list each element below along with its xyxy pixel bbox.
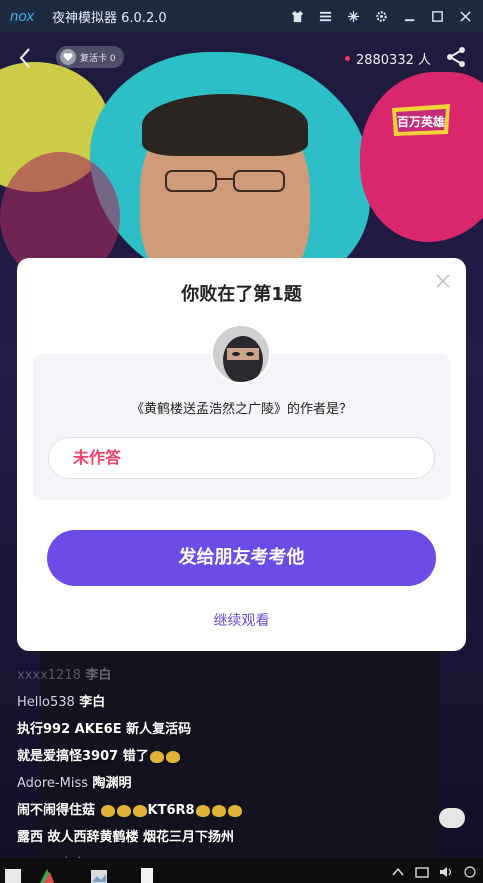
chat-text: 闹不闹得住菇 (17, 803, 96, 818)
chat-text: 陶渊明 (92, 776, 132, 791)
chat-message: 闹不闹得住菇 KT6R8 (17, 797, 457, 824)
chat-message: 就是爱搞怪3907 错了 (17, 743, 457, 770)
host-hair (142, 94, 308, 156)
chat-text: 李白 (79, 695, 106, 710)
chat-message: 执行992 AKE6E 新人复活码 (17, 716, 457, 743)
host-glasses (165, 170, 285, 192)
brand-logo-text: 百万英雄 (397, 114, 445, 129)
app-icon[interactable] (38, 866, 56, 883)
live-dot-icon (344, 56, 350, 61)
chat-text: 就是爱搞怪3907 错了 (17, 749, 149, 764)
shirt-icon[interactable] (285, 4, 309, 28)
answer-option: 未作答 (48, 437, 435, 479)
file-icon[interactable] (138, 866, 156, 883)
modal-title: 你败在了第1题 (181, 284, 302, 305)
chat-text: 李白 (85, 668, 112, 683)
avatar (211, 324, 271, 384)
chevron-up-icon[interactable] (391, 864, 405, 878)
brand-logo: 百万英雄 (392, 104, 450, 136)
share-icon[interactable] (445, 46, 467, 68)
ime-icon[interactable] (463, 864, 477, 878)
chat-message: xxxx1218 李白 (17, 662, 457, 689)
viewer-count-label: 2880332 人 (355, 53, 431, 68)
share-to-friends-button[interactable]: 发给朋友考考他 (47, 530, 436, 586)
start-icon[interactable] (4, 866, 22, 883)
chat-text: 执行992 AKE6E 新人复活码 (17, 722, 192, 737)
chat-message: 露西 故人西辞黄鹤楼 烟花三月下扬州 (17, 824, 457, 851)
chat-text: 露西 故人西辞黄鹤楼 烟花三月下扬州 (17, 830, 235, 845)
revive-card-label: 复活卡 0 (80, 53, 116, 64)
restore-icon[interactable] (397, 4, 421, 28)
display-icon[interactable] (415, 864, 429, 878)
continue-watching-link[interactable]: 继续观看 (17, 610, 466, 630)
emoji-icon (149, 750, 164, 763)
minimize-icon[interactable] (341, 4, 365, 28)
result-modal: 你败在了第1题 《黄鹤楼送孟浩然之广陵》的作者是？ 未作答 发给朋友考考他 继续… (17, 258, 466, 651)
app-title: 夜神模拟器 6.0.2.0 (52, 10, 167, 26)
question-text: 《黄鹤楼送孟浩然之广陵》的作者是？ (130, 402, 352, 417)
chat-nickname: Hello538 (17, 695, 75, 710)
taskbar (0, 858, 483, 883)
close-icon[interactable] (453, 4, 477, 28)
comment-bubble-icon[interactable] (439, 808, 465, 828)
system-tray (391, 864, 477, 878)
emoji-icon (195, 804, 210, 817)
chat-message: Hello538 李白 (17, 689, 457, 716)
close-icon[interactable] (436, 274, 450, 288)
menu-icon[interactable] (313, 4, 337, 28)
heart-icon (60, 49, 76, 65)
chat-list: xxxx1218 李白 Hello538 李白 执行992 AKE6E 新人复活码就… (17, 662, 457, 878)
viewer-count: 2880332 人 (344, 49, 431, 68)
emoji-icon (132, 804, 147, 817)
back-arrow-icon[interactable] (14, 46, 38, 70)
emoji-icon (211, 804, 226, 817)
chat-message: Adore-Miss 陶渊明 (17, 770, 457, 797)
speaker-icon[interactable] (439, 864, 453, 878)
maximize-icon[interactable] (425, 4, 449, 28)
window-controls (285, 0, 477, 32)
emoji-icon (227, 804, 242, 817)
background-shape (360, 72, 483, 242)
chat-nickname: xxxx1218 (17, 668, 81, 683)
emulator-titlebar: nox 夜神模拟器 6.0.2.0 (0, 0, 483, 32)
gallery-icon[interactable] (90, 866, 108, 883)
nox-logo-text: nox (10, 8, 35, 25)
emoji-icon (165, 750, 180, 763)
revive-card-pill[interactable]: 复活卡 0 (56, 46, 124, 68)
nox-logo-icon: nox (10, 8, 35, 25)
chat-nickname: Adore-Miss (17, 776, 88, 791)
emoji-icon (100, 804, 115, 817)
emoji-icon (116, 804, 131, 817)
chat-code: KT6R8 (147, 803, 195, 818)
gear-icon[interactable] (369, 4, 393, 28)
